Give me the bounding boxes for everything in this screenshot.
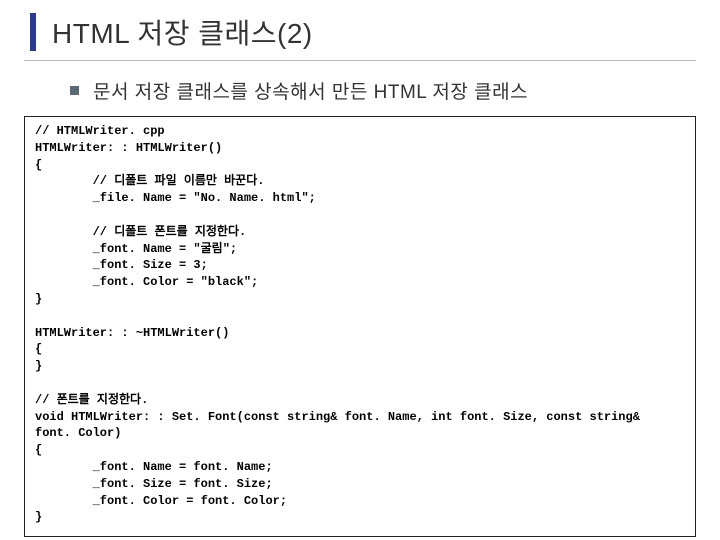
- bullet-icon: [70, 86, 79, 95]
- code-line: }: [35, 510, 42, 524]
- bullet-text: 문서 저장 클래스를 상속해서 만든 HTML 저장 클래스: [93, 77, 528, 104]
- code-line: _font. Name = "굴림";: [35, 242, 237, 256]
- code-line: font. Color): [35, 426, 121, 440]
- code-box: // HTMLWriter. cpp HTMLWriter: : HTMLWri…: [24, 116, 696, 537]
- slide: HTML 저장 클래스(2) 문서 저장 클래스를 상속해서 만든 HTML 저…: [0, 0, 720, 540]
- slide-title: HTML 저장 클래스(2): [52, 12, 313, 52]
- code-line: // 디폴트 파일 이름만 바꾼다.: [35, 174, 264, 188]
- code-line: _font. Color = "black";: [35, 275, 258, 289]
- code-line: HTMLWriter: : ~HTMLWriter(): [35, 326, 229, 340]
- code-line: }: [35, 359, 42, 373]
- code-line: HTMLWriter: : HTMLWriter(): [35, 141, 222, 155]
- code-line: {: [35, 443, 42, 457]
- accent-bar: [30, 13, 36, 51]
- code-line: // 폰트를 지정한다.: [35, 393, 148, 407]
- code-line: {: [35, 158, 42, 172]
- code-line: _font. Name = font. Name;: [35, 460, 273, 474]
- title-row: HTML 저장 클래스(2): [0, 0, 720, 58]
- code-line: _font. Size = font. Size;: [35, 477, 273, 491]
- code-line: // 디폴트 폰트를 지정한다.: [35, 225, 246, 239]
- code-line: {: [35, 342, 42, 356]
- code-line: _file. Name = "No. Name. html";: [35, 191, 316, 205]
- bullet-row: 문서 저장 클래스를 상속해서 만든 HTML 저장 클래스: [0, 61, 720, 112]
- code-line: _font. Color = font. Color;: [35, 494, 287, 508]
- code-line: }: [35, 292, 42, 306]
- code-line: // HTMLWriter. cpp: [35, 124, 165, 138]
- code-line: void HTMLWriter: : Set. Font(const strin…: [35, 410, 640, 424]
- code-line: _font. Size = 3;: [35, 258, 208, 272]
